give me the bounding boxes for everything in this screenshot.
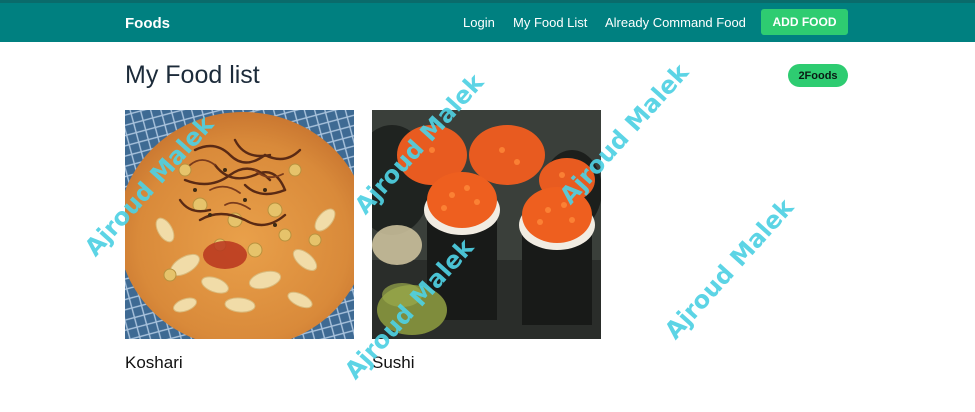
food-name-sushi: Sushi xyxy=(372,353,415,372)
page-title: My Food list xyxy=(125,61,260,89)
nav-link-my-food-list[interactable]: My Food List xyxy=(513,15,587,30)
nav-link-login[interactable]: Login xyxy=(463,15,495,30)
add-food-button[interactable]: ADD FOOD xyxy=(761,9,848,35)
food-card-sushi[interactable]: Sushi xyxy=(372,110,601,372)
food-count-badge: 2Foods xyxy=(788,64,848,87)
food-name-koshari: Koshari xyxy=(125,353,183,372)
nav-link-already-command-food[interactable]: Already Command Food xyxy=(605,15,746,30)
watermark-text: Ajroud Malek xyxy=(659,193,800,345)
sushi-image[interactable] xyxy=(372,110,601,339)
koshari-image[interactable] xyxy=(125,110,354,339)
food-card-koshari[interactable]: Koshari xyxy=(125,110,354,372)
top-navbar: Foods Login My Food List Already Command… xyxy=(0,0,975,42)
